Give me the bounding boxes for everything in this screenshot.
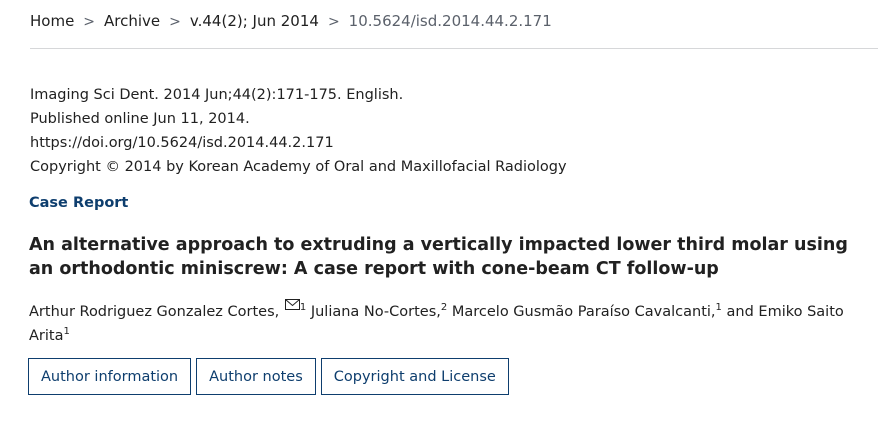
author-list: Arthur Rodriguez Gonzalez Cortes, 1 Juli… (29, 294, 869, 348)
copyright-license-button[interactable]: Copyright and License (320, 358, 509, 395)
article-title: An alternative approach to extruding a v… (29, 235, 848, 279)
author-connector: and (726, 304, 754, 320)
affiliation-marker[interactable]: 1 (300, 302, 306, 313)
affiliation-marker[interactable]: 1 (63, 326, 69, 337)
doi-link[interactable]: https://doi.org/10.5624/isd.2014.44.2.17… (30, 135, 334, 151)
breadcrumb: Home > Archive > v.44(2); Jun 2014 >10.5624/i… (30, 11, 552, 32)
author-information-button[interactable]: Author information (28, 358, 192, 395)
author-name[interactable]: Arthur Rodriguez Gonzalez Cortes, (29, 304, 279, 320)
header-divider (30, 48, 878, 49)
copyright-notice: Copyright © 2014 by Korean Academy of Or… (30, 159, 567, 175)
affiliation-marker[interactable]: 1 (716, 302, 722, 313)
breadcrumb-separator: > (83, 14, 96, 30)
published-date: Published online Jun 11, 2014. (30, 111, 250, 127)
author-name[interactable]: Juliana No-Cortes, (311, 304, 441, 320)
citation-block: Imaging Sci Dent. 2014 Jun;44(2):171-175… (30, 83, 567, 179)
article-type-label: Case Report (29, 195, 129, 211)
breadcrumb-separator: > (327, 14, 340, 30)
breadcrumb-issue-link[interactable]: v.44(2); Jun 2014 (190, 12, 319, 30)
breadcrumb-archive-link[interactable]: Archive (104, 12, 160, 30)
breadcrumb-current-doi: 10.5624/isd.2014.44.2.171 (348, 12, 552, 30)
article-info-buttons: Author information Author notes Copyrigh… (28, 358, 509, 395)
mail-icon[interactable] (284, 294, 300, 310)
author-notes-button[interactable]: Author notes (196, 358, 316, 395)
author-name[interactable]: Marcelo Gusmão Paraíso Cavalcanti, (452, 304, 716, 320)
journal-citation: Imaging Sci Dent. 2014 Jun;44(2):171-175… (30, 87, 404, 103)
breadcrumb-home-link[interactable]: Home (30, 12, 74, 30)
affiliation-marker[interactable]: 2 (441, 302, 447, 313)
breadcrumb-separator: > (169, 14, 181, 30)
